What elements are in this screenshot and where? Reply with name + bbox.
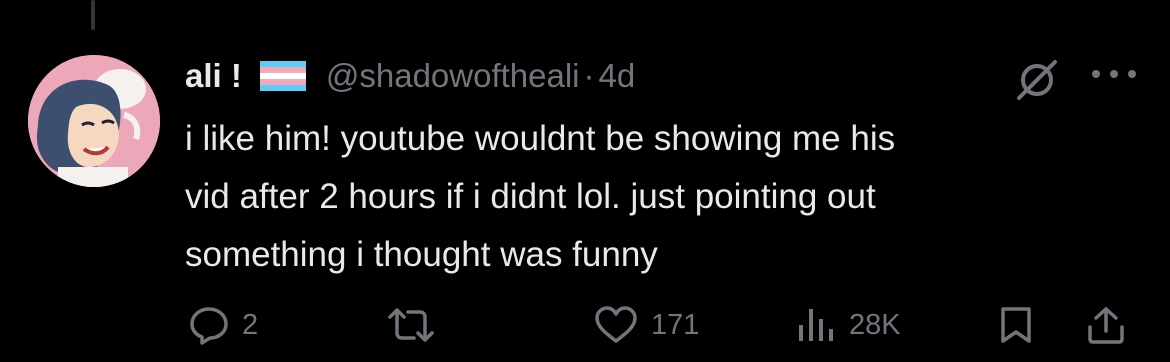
retweet-icon [388, 308, 434, 342]
tweet-text-line: i like him! youtube wouldnt be showing m… [185, 119, 896, 158]
views-count: 28K [849, 308, 901, 341]
retweet-button[interactable] [386, 305, 436, 345]
header-separator: · [583, 57, 595, 94]
more-options-icon[interactable] [1088, 62, 1140, 86]
like-button[interactable]: 171 [593, 305, 699, 345]
tweet-text-line: something i thought was funny [185, 235, 658, 274]
reply-button[interactable]: 2 [188, 305, 258, 345]
reply-icon [190, 307, 228, 345]
share-button[interactable] [1084, 305, 1128, 345]
transgender-flag-icon [259, 61, 306, 91]
avatar[interactable] [28, 55, 160, 187]
heart-icon [595, 306, 637, 343]
tweet-body: i like him! youtube wouldnt be showing m… [185, 110, 1145, 284]
share-icon [1088, 307, 1124, 344]
tweet-text-line: vid after 2 hours if i didnt lol. just p… [185, 177, 876, 216]
author-display-name[interactable]: ali ! [185, 57, 242, 95]
bookmark-icon [1001, 307, 1031, 343]
bookmark-button[interactable] [997, 305, 1035, 345]
thread-connector-line [91, 0, 95, 30]
tweet-header: ali ! @shadowoftheali · 4d [185, 52, 635, 100]
reply-count: 2 [242, 308, 259, 341]
views-button[interactable]: 28K [795, 305, 901, 345]
tweet-timestamp[interactable]: 4d [599, 57, 636, 95]
author-handle[interactable]: @shadowoftheali [326, 57, 580, 95]
avatar-illustration [28, 55, 160, 187]
views-chart-icon [799, 309, 833, 341]
action-bar: 2 171 28K [0, 298, 1170, 352]
like-count: 171 [651, 308, 700, 341]
grok-icon[interactable] [1015, 58, 1059, 102]
